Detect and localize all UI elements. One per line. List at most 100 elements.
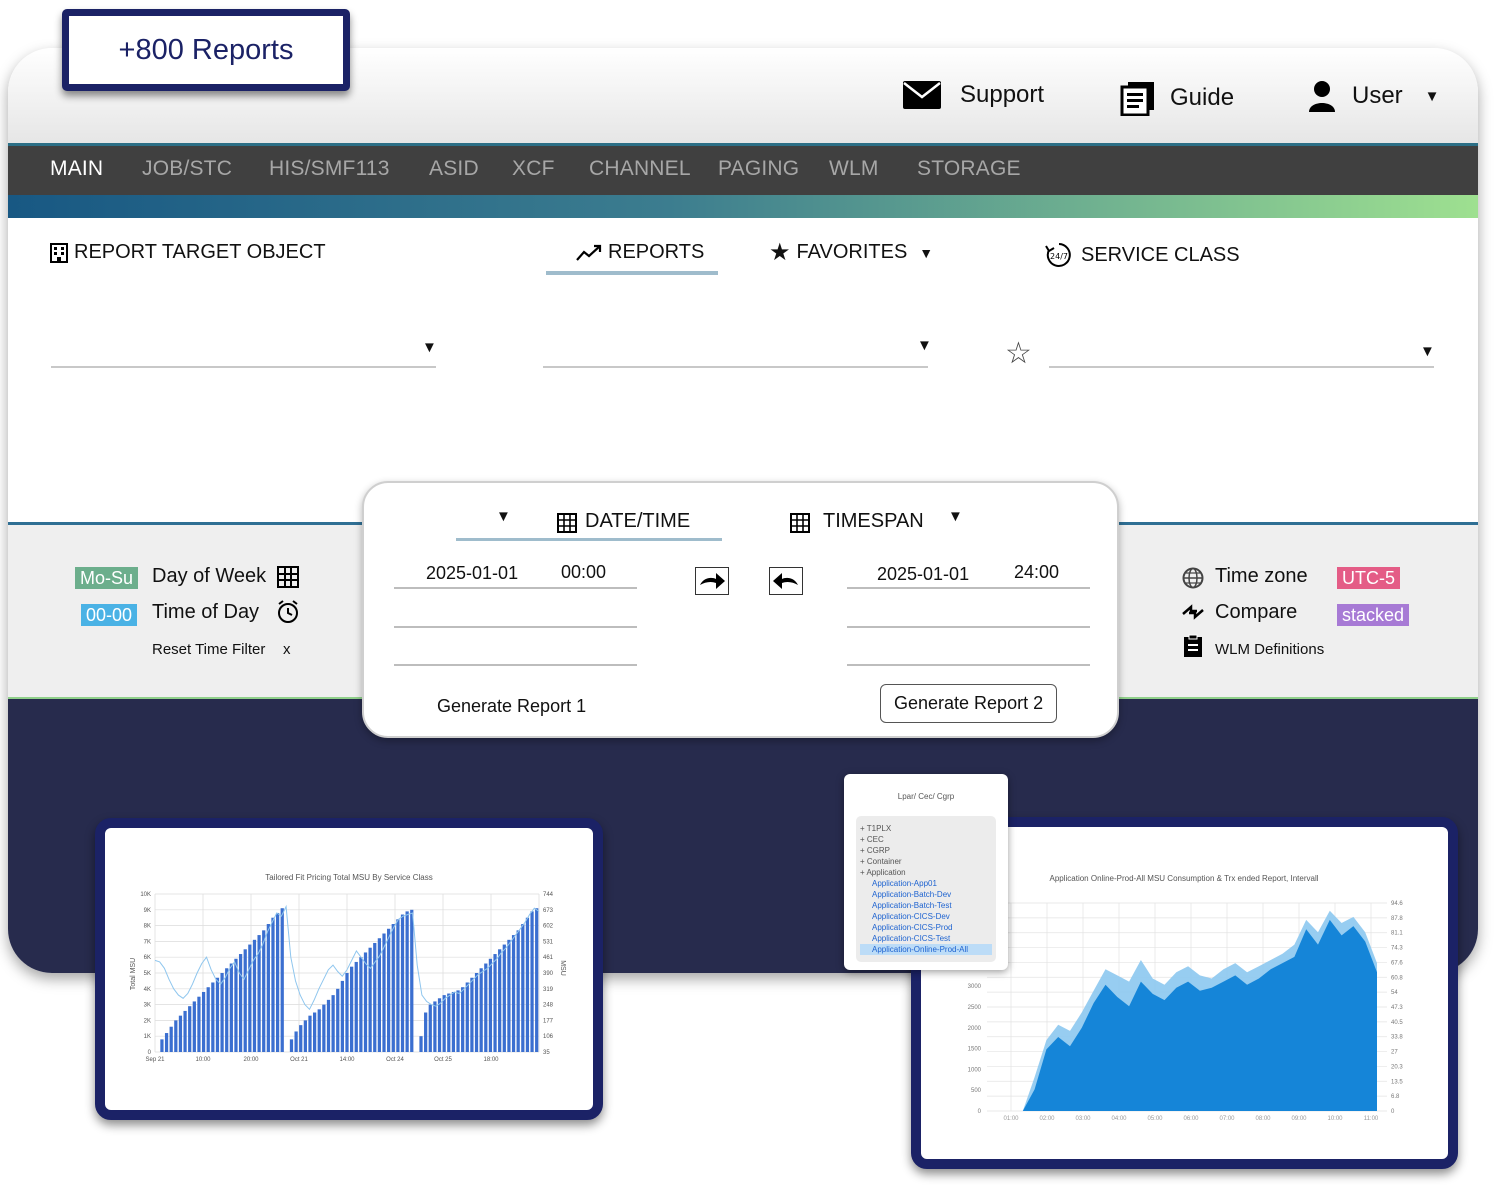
bar — [220, 973, 224, 1052]
tab-asid[interactable]: ASID — [429, 157, 479, 181]
tree-item[interactable]: + CGRP — [860, 845, 992, 856]
tree-item[interactable]: + Application — [860, 867, 992, 878]
tab-paging[interactable]: PAGING — [718, 157, 799, 181]
tree-item[interactable]: Application-CICS-Prod — [860, 922, 992, 933]
tree-item[interactable]: Application-Batch-Test — [860, 900, 992, 911]
end-datetime-field[interactable] — [847, 587, 1090, 589]
bar — [169, 1026, 173, 1052]
time-zone-pill[interactable]: UTC-5 — [1337, 567, 1400, 589]
favorite-star-icon[interactable]: ☆ — [1005, 336, 1032, 371]
chevron-down-icon[interactable]: ▼ — [422, 339, 437, 356]
bar — [387, 928, 391, 1052]
bar — [317, 1009, 321, 1052]
bar — [229, 963, 233, 1052]
tree-item[interactable]: + Container — [860, 856, 992, 867]
end-time-value[interactable]: 24:00 — [1014, 562, 1059, 583]
tab-his-smf113[interactable]: HIS/SMF113 — [269, 157, 390, 181]
bar — [470, 977, 474, 1052]
compare-label: Compare — [1215, 601, 1298, 623]
y2-tick-label: 177 — [543, 1018, 554, 1024]
calendar-grid-icon[interactable] — [277, 566, 299, 588]
bar — [164, 1033, 169, 1052]
day-of-week-pill[interactable]: Mo-Su — [75, 567, 139, 589]
y-tick-label: 1000 — [968, 1067, 982, 1073]
bar — [197, 996, 201, 1052]
reset-time-filter[interactable]: Reset Time Filter — [152, 641, 265, 658]
report-target-dropdown[interactable] — [51, 366, 436, 368]
forward-arrow-button[interactable] — [695, 567, 729, 595]
tree-item[interactable]: Application-CICS-Test — [860, 933, 992, 944]
guide-link[interactable]: Guide — [1120, 80, 1234, 116]
tree-item[interactable]: + T1PLX — [860, 823, 992, 834]
swap-arrows-icon — [1182, 604, 1204, 620]
x-tick-label: 05:00 — [1147, 1116, 1163, 1122]
datetime-tab-label[interactable]: DATE/TIME — [585, 510, 690, 533]
tree-item[interactable]: Application-Batch-Dev — [860, 889, 992, 900]
tab-storage[interactable]: STORAGE — [917, 157, 1021, 181]
reset-close-icon[interactable]: x — [283, 641, 291, 658]
bar — [502, 944, 506, 1052]
datetime-panel: ▼ DATE/TIME TIMESPAN ▼ 2025-01-01 00:00 … — [362, 481, 1119, 738]
bar — [340, 980, 344, 1052]
tree-item[interactable]: + CEC — [860, 834, 992, 845]
bar — [266, 924, 270, 1052]
bar — [456, 990, 460, 1052]
chevron-down-icon[interactable]: ▼ — [948, 508, 963, 525]
start-date-value[interactable]: 2025-01-01 — [426, 563, 518, 584]
generate-report-2-button[interactable]: Generate Report 2 — [880, 684, 1058, 723]
bar — [507, 939, 511, 1052]
chevron-down-icon[interactable]: ▼ — [1420, 343, 1435, 360]
end-date-value[interactable]: 2025-01-01 — [877, 564, 969, 585]
support-label: Support — [960, 81, 1045, 108]
chevron-down-icon[interactable]: ▼ — [917, 337, 932, 354]
tree-item[interactable]: Application-Online-Prod-All — [860, 944, 992, 955]
wlm-definitions-link[interactable]: WLM Definitions — [1215, 641, 1324, 658]
y-tick-label: 3000 — [968, 984, 982, 990]
y-tick-label: 10K — [140, 892, 151, 898]
user-menu[interactable]: User ▼ — [1308, 80, 1440, 112]
bar — [322, 1004, 326, 1052]
support-link[interactable]: Support — [902, 80, 1044, 110]
bar — [396, 919, 400, 1052]
x-tick-label: 08:00 — [1255, 1116, 1271, 1122]
back-arrow-button[interactable] — [769, 567, 803, 595]
bar — [511, 935, 516, 1052]
bar — [424, 1012, 428, 1052]
tab-xcf[interactable]: XCF — [512, 157, 555, 181]
y2-tick-label: 531 — [543, 939, 554, 945]
tree-item[interactable]: Application-App01 — [860, 878, 992, 889]
x-tick-label: 06:00 — [1183, 1116, 1199, 1122]
report-target-header[interactable]: REPORT TARGET OBJECT — [50, 241, 326, 264]
start-datetime-field[interactable] — [394, 587, 637, 589]
tab-main[interactable]: MAIN — [50, 157, 103, 181]
bar — [303, 1020, 307, 1052]
bar — [410, 909, 414, 1052]
bar — [183, 1010, 187, 1052]
bar — [419, 1036, 423, 1052]
bar — [174, 1020, 178, 1052]
tree-item[interactable]: Application-CICS-Dev — [860, 911, 992, 922]
x-tick-label: Sep 21 — [145, 1057, 165, 1063]
generate-report-1-button[interactable]: Generate Report 1 — [437, 696, 586, 717]
x-tick-label: 10:00 — [195, 1057, 211, 1063]
tab-wlm[interactable]: WLM — [829, 157, 879, 181]
service-class-dropdown[interactable] — [1049, 366, 1434, 368]
tab-channel[interactable]: CHANNEL — [589, 157, 691, 181]
time-of-day-pill[interactable]: 00-00 — [81, 604, 138, 626]
favorites-tab[interactable]: ★ FAVORITES ▼ — [769, 240, 933, 264]
start-time-value[interactable]: 00:00 — [561, 562, 606, 583]
start-field-3[interactable] — [394, 664, 637, 666]
service-class-tab[interactable]: 24/7 SERVICE CLASS — [1045, 241, 1240, 269]
reports-dropdown[interactable] — [543, 366, 928, 368]
start-field-2[interactable] — [394, 626, 637, 628]
end-field-3[interactable] — [847, 664, 1090, 666]
reports-tab[interactable]: REPORTS — [576, 241, 704, 264]
timespan-tab-label[interactable]: TIMESPAN — [823, 510, 924, 533]
tab-job-stc[interactable]: JOB/STC — [142, 157, 232, 181]
alarm-clock-icon[interactable] — [276, 600, 300, 624]
bar — [479, 968, 483, 1052]
end-field-2[interactable] — [847, 626, 1090, 628]
compare-pill[interactable]: stacked — [1337, 604, 1410, 626]
chevron-down-icon[interactable]: ▼ — [496, 508, 511, 525]
y-tick-label: 8K — [144, 924, 151, 930]
